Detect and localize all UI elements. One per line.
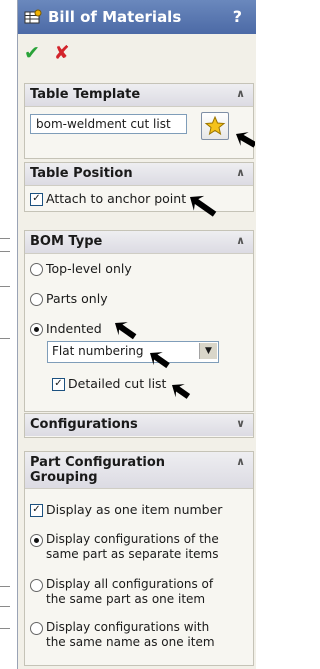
arrow-icon bbox=[150, 352, 170, 369]
annotation-arrows bbox=[115, 132, 255, 399]
arrow-icon bbox=[190, 195, 217, 217]
arrow-icon bbox=[172, 384, 191, 399]
arrow-icon bbox=[236, 132, 255, 148]
arrow-icon bbox=[115, 322, 137, 340]
